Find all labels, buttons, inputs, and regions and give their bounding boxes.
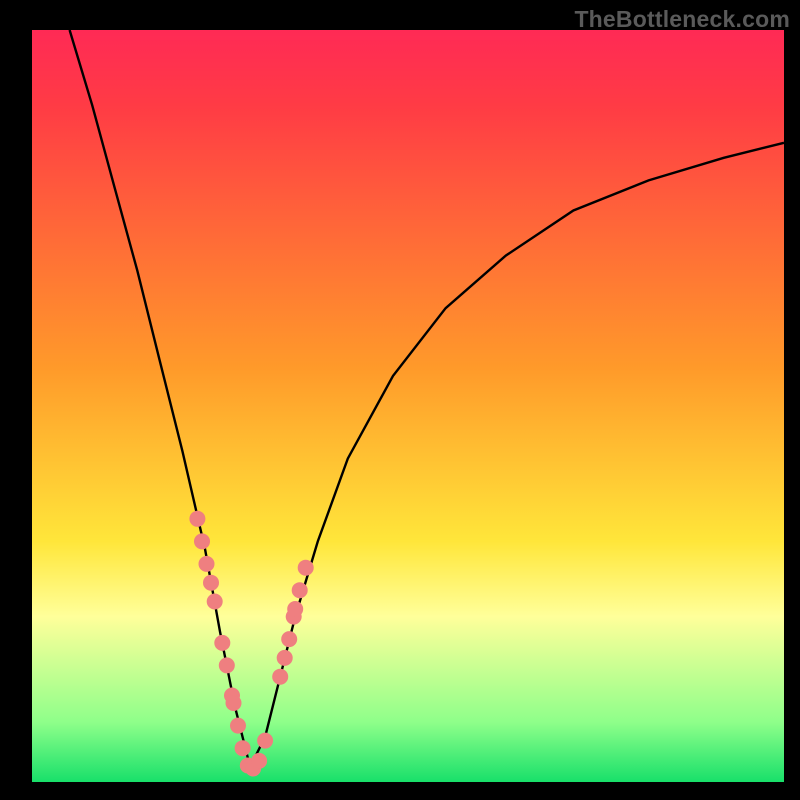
sample-dot xyxy=(298,560,314,576)
sample-dot xyxy=(230,718,246,734)
sample-dot xyxy=(189,511,205,527)
chart-svg xyxy=(0,0,800,800)
sample-dot xyxy=(287,601,303,617)
sample-dot xyxy=(272,669,288,685)
sample-dot xyxy=(277,650,293,666)
sample-dot xyxy=(219,657,235,673)
sample-dot xyxy=(207,594,223,610)
sample-dot xyxy=(226,695,242,711)
bottleneck-curve xyxy=(70,30,784,767)
sample-dot xyxy=(194,533,210,549)
sample-dot xyxy=(214,635,230,651)
sample-dots xyxy=(189,511,313,777)
chart-frame: TheBottleneck.com xyxy=(0,0,800,800)
sample-dot xyxy=(251,753,267,769)
sample-dot xyxy=(281,631,297,647)
sample-dot xyxy=(203,575,219,591)
sample-dot xyxy=(257,733,273,749)
sample-dot xyxy=(292,582,308,598)
sample-dot xyxy=(235,740,251,756)
sample-dot xyxy=(199,556,215,572)
